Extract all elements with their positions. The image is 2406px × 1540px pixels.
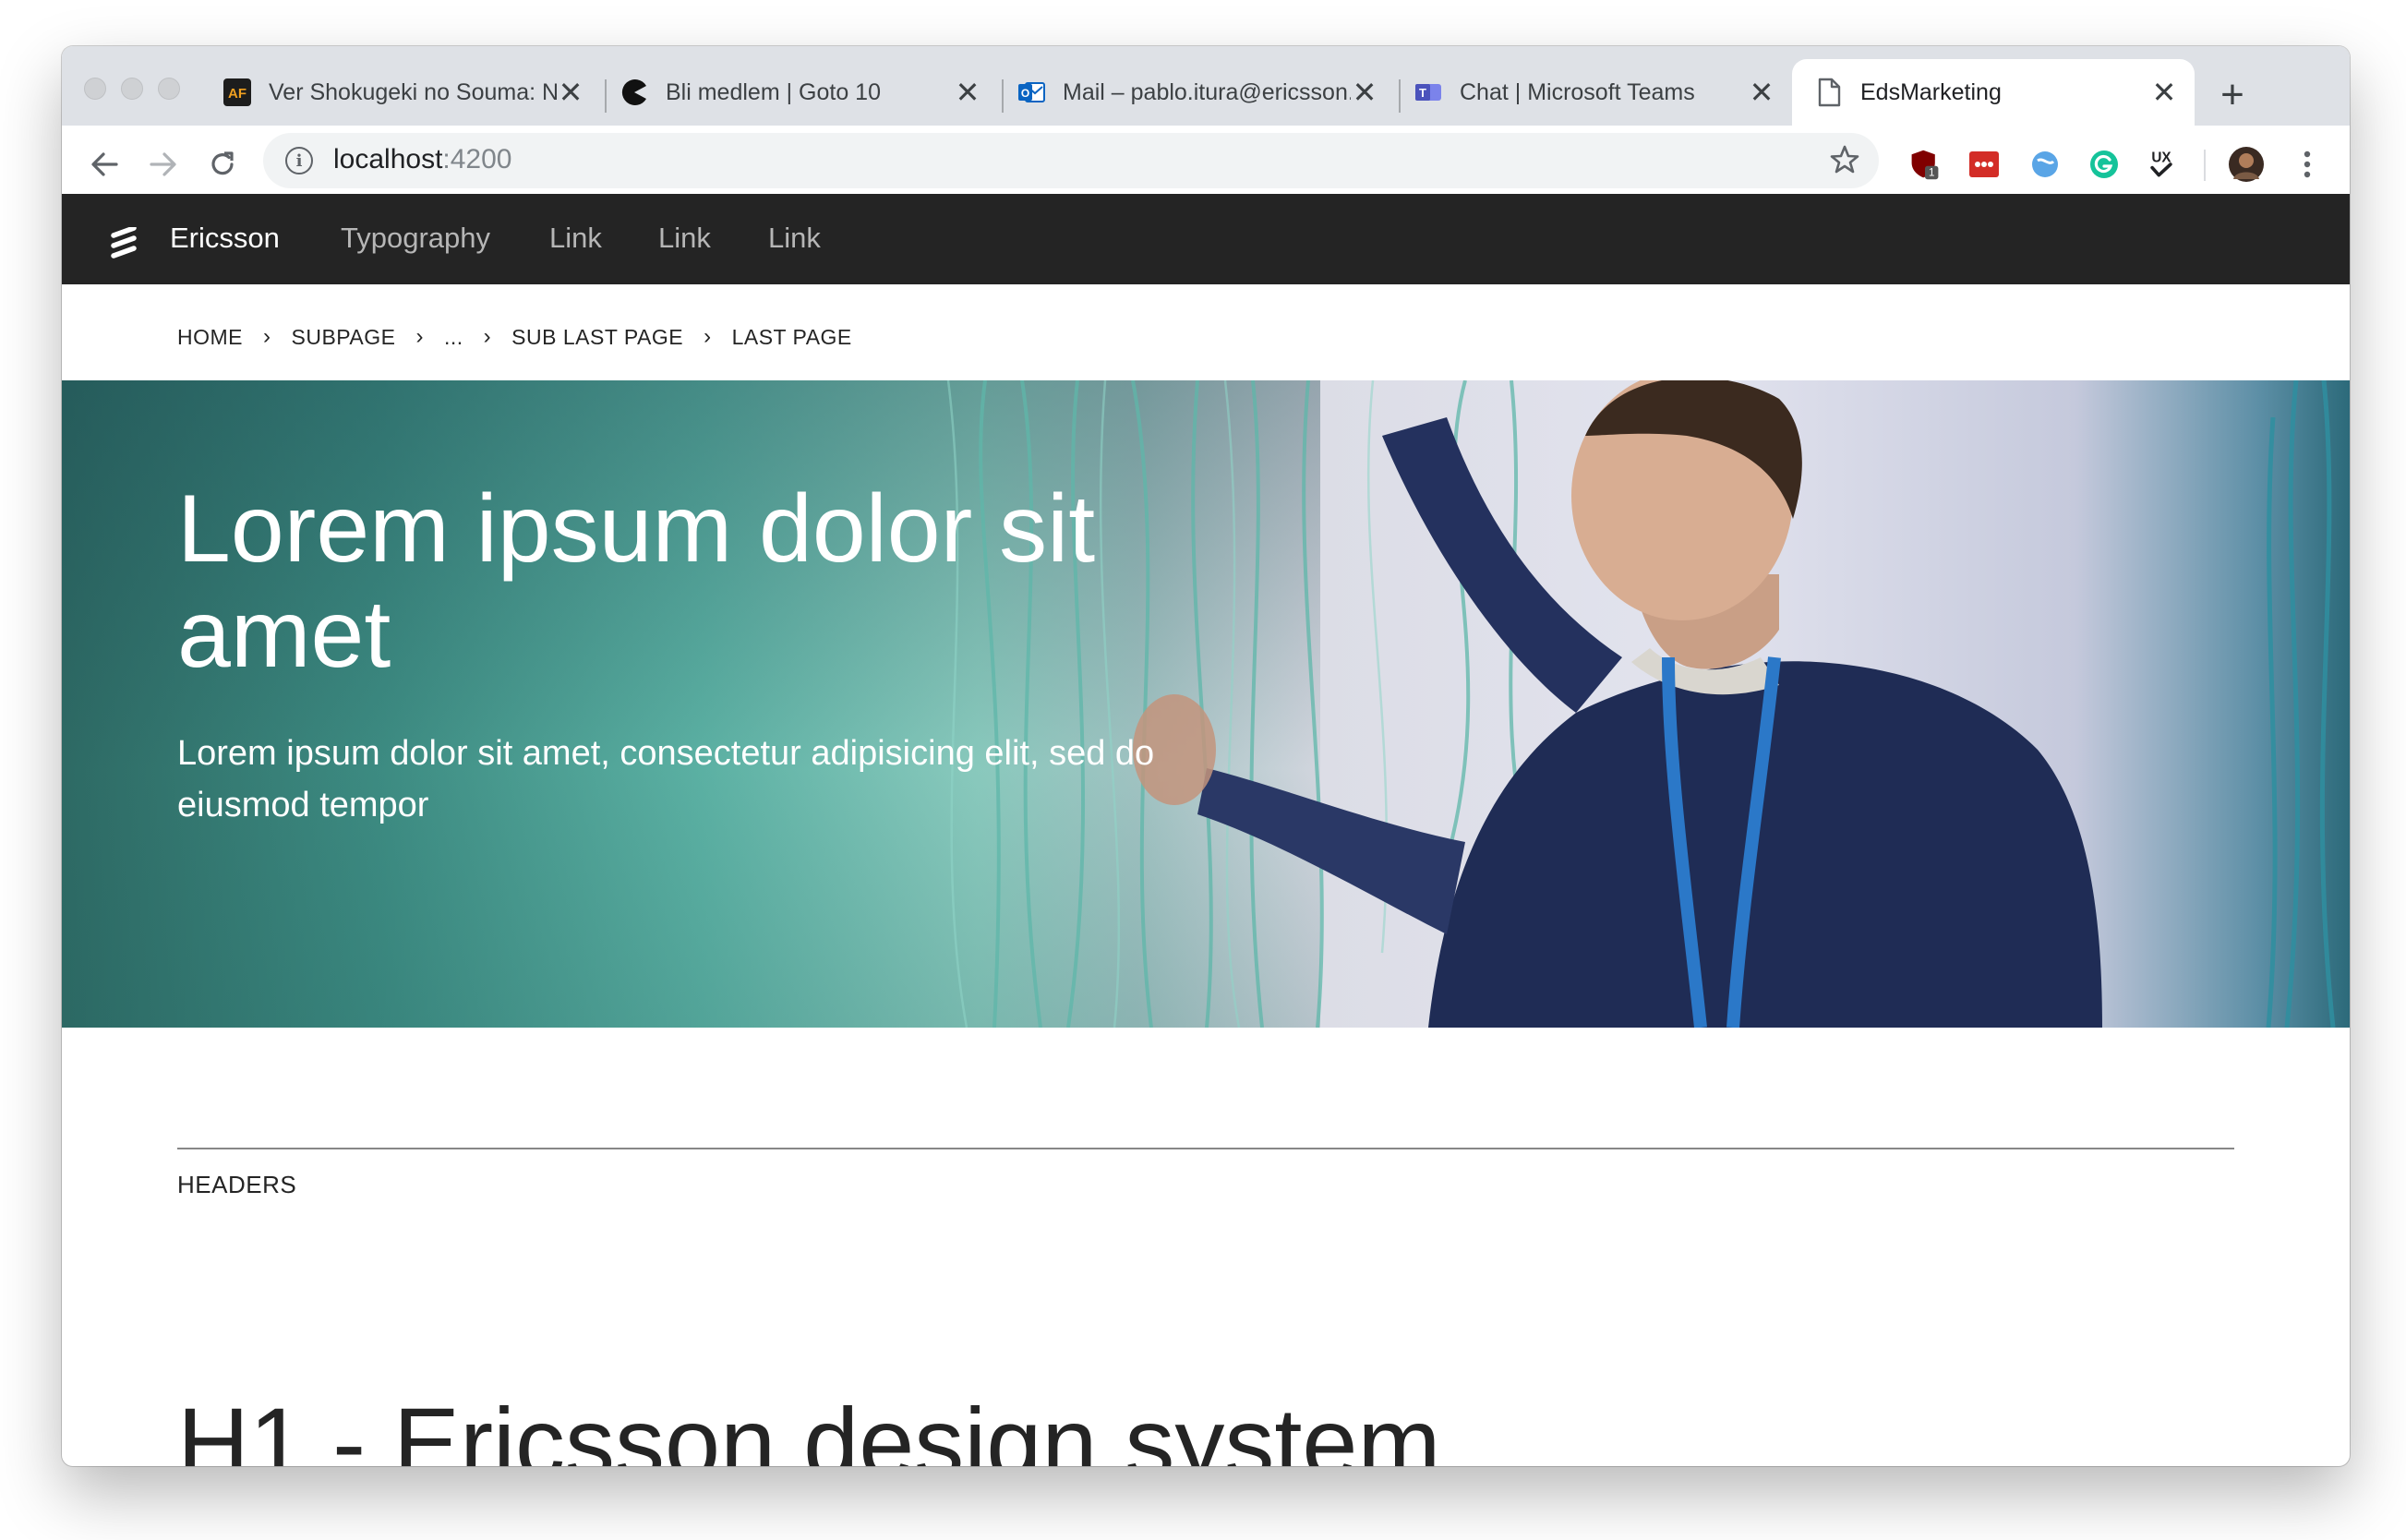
tab-close-icon[interactable]: ✕ — [2150, 76, 2178, 109]
breadcrumb-item[interactable]: HOME — [177, 325, 243, 350]
tab-title: Mail – pablo.itura@ericsson.com — [1063, 78, 1351, 105]
browser-window: AF Ver Shokugeki no Souma: Ni ✕ Bli medl… — [62, 46, 2350, 1466]
ux-check-icon[interactable]: UX — [2145, 148, 2178, 181]
lastpass-icon[interactable] — [1967, 148, 2001, 181]
tab-separator — [1002, 79, 1004, 113]
url-port: :4200 — [442, 144, 512, 174]
tab-separator — [605, 79, 607, 113]
ublock-badge: 1 — [1929, 167, 1935, 179]
globe-extension-icon[interactable] — [2028, 148, 2062, 181]
nav-link-typography[interactable]: Typography — [341, 222, 490, 255]
toolbar-divider — [2204, 150, 2206, 181]
svg-text:O: O — [1021, 87, 1029, 100]
tab-close-icon[interactable]: ✕ — [954, 76, 981, 109]
tab-title: Bli medlem | Goto 10 — [666, 78, 881, 105]
nav-link[interactable]: Link — [768, 222, 821, 255]
ericsson-logo-icon[interactable] — [110, 225, 138, 259]
chevron-right-icon: › — [415, 324, 424, 349]
h1-heading: H1 - Ericsson design system — [177, 1387, 1441, 1466]
tab-title: Ver Shokugeki no Souma: Ni — [269, 78, 557, 105]
browser-tab[interactable]: O Mail – pablo.itura@ericsson.com ✕ — [1007, 59, 1395, 126]
svg-text:AF: AF — [228, 86, 247, 102]
section-label: HEADERS — [177, 1171, 297, 1198]
af-icon: AF — [223, 78, 252, 107]
tab-close-icon[interactable]: ✕ — [557, 76, 584, 109]
new-tab-button[interactable]: + — [2211, 72, 2254, 117]
address-bar[interactable]: i localhost:4200 — [263, 133, 1879, 188]
site-info-icon[interactable]: i — [285, 147, 313, 174]
browser-tab[interactable]: T Chat | Microsoft Teams ✕ — [1404, 59, 1792, 126]
nav-link[interactable]: Link — [549, 222, 602, 255]
ux-label: UX — [2151, 150, 2171, 165]
ublock-icon[interactable]: 1 — [1908, 148, 1942, 181]
avatar[interactable] — [2228, 146, 2265, 183]
grammarly-icon[interactable] — [2087, 148, 2121, 181]
window-zoom-dot[interactable] — [158, 78, 180, 100]
chevron-right-icon: › — [263, 324, 271, 349]
url-host: localhost — [333, 144, 443, 174]
breadcrumb: HOME › SUBPAGE › ... › SUB LAST PAGE › L… — [177, 323, 852, 351]
hero-subtitle: Lorem ipsum dolor sit amet, consectetur … — [177, 734, 1155, 824]
tab-close-icon[interactable]: ✕ — [1351, 76, 1378, 109]
tab-strip: AF Ver Shokugeki no Souma: Ni ✕ Bli medl… — [62, 46, 2350, 126]
breadcrumb-item[interactable]: SUBPAGE — [292, 325, 396, 350]
tab-title: EdsMarketing — [1860, 78, 2002, 105]
nav-link[interactable]: Link — [658, 222, 711, 255]
breadcrumb-item[interactable]: SUB LAST PAGE — [511, 325, 683, 350]
back-arrow-icon[interactable] — [84, 144, 125, 185]
forward-arrow-icon[interactable] — [143, 144, 184, 185]
chevron-right-icon: › — [483, 324, 492, 349]
url-text[interactable]: localhost:4200 — [333, 144, 511, 175]
brand-name[interactable]: Ericsson — [170, 222, 280, 255]
bookmark-star-icon[interactable] — [1829, 144, 1860, 184]
document-icon — [1814, 78, 1844, 107]
browser-tab[interactable]: Bli medlem | Goto 10 ✕ — [610, 59, 998, 126]
breadcrumb-item[interactable]: ... — [444, 325, 463, 350]
browser-tab-active[interactable]: EdsMarketing ✕ — [1792, 59, 2195, 126]
window-close-dot[interactable] — [84, 78, 106, 100]
hero-banner: Lorem ipsum dolor sit amet Lorem ipsum d… — [62, 380, 2350, 1028]
section-divider — [177, 1148, 2234, 1149]
browser-tab[interactable]: AF Ver Shokugeki no Souma: Ni ✕ — [213, 59, 601, 126]
tab-close-icon[interactable]: ✕ — [1748, 76, 1775, 109]
pacman-icon — [620, 78, 649, 107]
site-header: Ericsson Typography Link Link Link — [62, 194, 2350, 284]
chevron-right-icon: › — [704, 324, 712, 349]
more-vertical-icon[interactable] — [2291, 148, 2324, 181]
hero-title: Lorem ipsum dolor sit amet — [177, 475, 1096, 688]
svg-text:T: T — [1419, 86, 1426, 100]
outlook-icon: O — [1017, 78, 1046, 107]
breadcrumb-item-current: LAST PAGE — [731, 324, 852, 349]
reload-icon[interactable] — [202, 144, 243, 185]
window-minimize-dot[interactable] — [121, 78, 143, 100]
teams-icon: T — [1414, 78, 1443, 107]
tab-title: Chat | Microsoft Teams — [1460, 78, 1695, 105]
tab-separator — [1399, 79, 1401, 113]
